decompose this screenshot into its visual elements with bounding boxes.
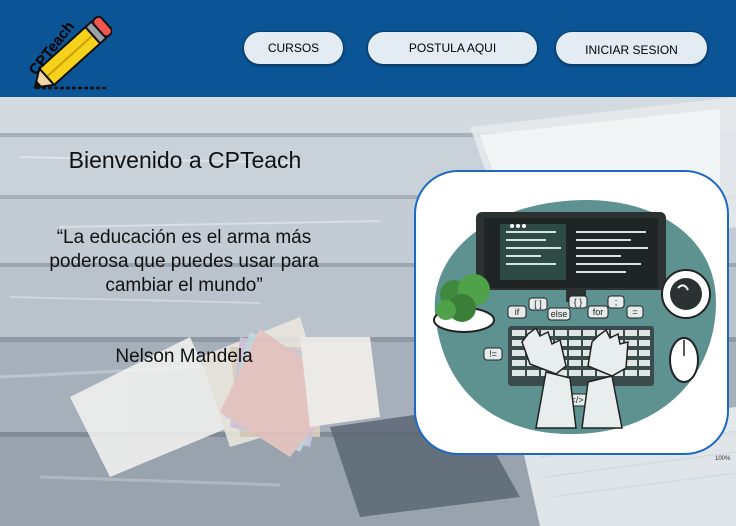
postula-aqui-button[interactable]: POSTULA AQUI (367, 31, 538, 65)
iniciar-sesion-button[interactable]: INICIAR SESION (555, 31, 708, 65)
welcome-title: Bienvenido a CPTeach (68, 147, 302, 173)
pencil-logo-icon[interactable]: CPTeach (22, 10, 112, 92)
token-brackets: [ ] (534, 299, 542, 309)
token-braces: { } (574, 297, 583, 307)
token-else: else (551, 309, 568, 319)
token-not-equals: != (489, 349, 497, 359)
token-equals: = (632, 307, 637, 317)
coding-illustration: if [ ] else { } for ; = != </> (414, 170, 729, 455)
laptop-coding-icon: if [ ] else { } for ; = != </> (433, 199, 716, 435)
quote-text: “La educación es el arma más poderosa qu… (49, 227, 319, 296)
zoom-level: 100% (715, 456, 731, 462)
cursos-button[interactable]: CURSOS (243, 31, 344, 65)
token-for: for (593, 307, 604, 317)
token-semicolon: ; (615, 297, 618, 307)
header-bar: CPTeach CURSOS POSTULA AQUI INICIAR SESI… (0, 0, 736, 97)
token-if: if (515, 307, 520, 317)
quote-author: Nelson Mandela (115, 346, 253, 367)
